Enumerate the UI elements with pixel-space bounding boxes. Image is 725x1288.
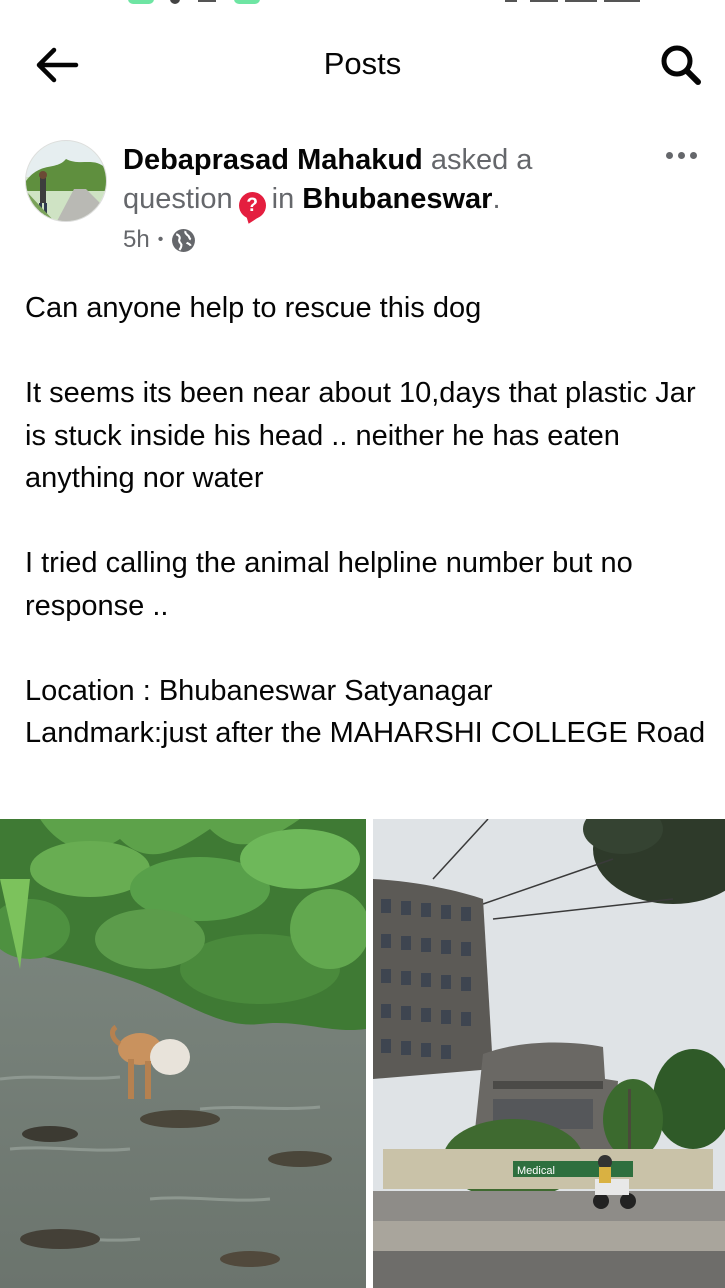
- location-link[interactable]: Bhubaneswar: [302, 183, 492, 215]
- post-paragraph-3: I tried calling the animal helpline numb…: [25, 547, 633, 622]
- more-options-button[interactable]: [661, 140, 701, 170]
- author-line: Debaprasad Mahakud asked a question? in B…: [123, 141, 643, 219]
- action-text: asked a: [430, 144, 533, 176]
- top-bar: Posts: [0, 30, 725, 100]
- post-location-line: Location : Bhubaneswar Satyanagar: [25, 674, 493, 707]
- search-icon: [661, 45, 701, 85]
- post-meta: 5h •: [123, 226, 196, 254]
- globe-icon: [172, 228, 196, 252]
- post-time[interactable]: 5h: [123, 226, 150, 254]
- page-title: Posts: [323, 46, 402, 81]
- building-roadside-photo[interactable]: Medical: [373, 819, 725, 1288]
- status-bar: [0, 0, 725, 8]
- meta-separator: •: [157, 231, 164, 248]
- more-dots-icon: [665, 151, 673, 159]
- author-name[interactable]: Debaprasad Mahakud: [123, 144, 423, 176]
- post-line-1: Can anyone help to rescue this dog: [25, 292, 482, 324]
- building-sign-text: Medical: [517, 1165, 555, 1177]
- post-text: Can anyone help to rescue this dog It se…: [25, 287, 715, 755]
- photo-grid: Medical: [0, 819, 725, 1288]
- question-word: question: [123, 183, 233, 215]
- avatar[interactable]: [25, 140, 107, 222]
- location-prefix: in: [271, 183, 295, 215]
- search-button[interactable]: [655, 40, 707, 90]
- post-header: Debaprasad Mahakud asked a question? in B…: [0, 138, 725, 268]
- location-end: .: [492, 183, 501, 215]
- question-badge-icon: ?: [238, 192, 266, 219]
- post-landmark-line: Landmark:just after the MAHARSHI COLLEGE…: [25, 717, 706, 749]
- dog-in-water-photo[interactable]: [0, 819, 366, 1288]
- post-paragraph-2: It seems its been near about 10,days tha…: [25, 377, 696, 494]
